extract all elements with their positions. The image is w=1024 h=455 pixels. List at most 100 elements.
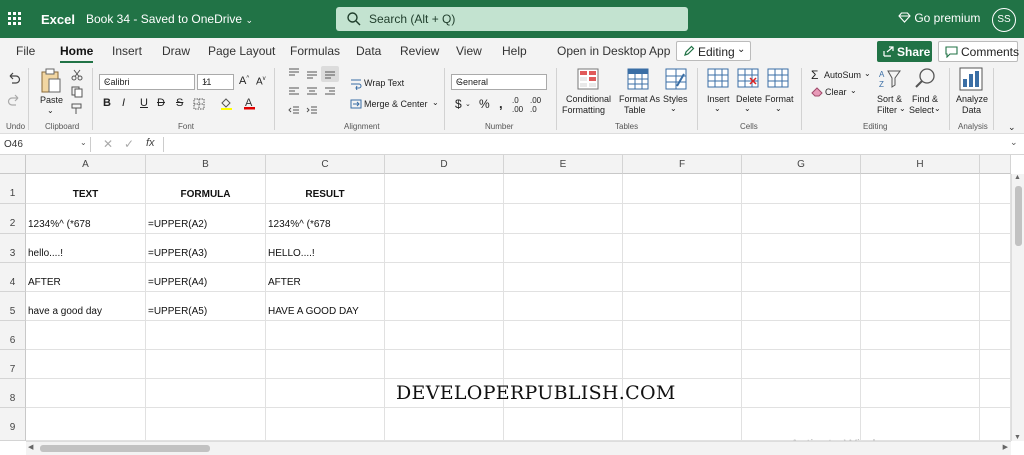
increase-decimal-icon[interactable]: .0.00	[512, 96, 523, 114]
go-premium-button[interactable]: Go premium	[898, 11, 980, 25]
sort-filter-icon[interactable]: A Z	[879, 68, 901, 90]
chevron-down-icon[interactable]: ⌄	[80, 138, 87, 147]
row-header-9[interactable]: 9	[0, 408, 26, 441]
editing-mode-dropdown[interactable]: Editing ⌄	[676, 41, 751, 61]
cell-e6[interactable]	[504, 321, 623, 350]
column-header-next[interactable]	[980, 155, 1011, 174]
format-cells-icon[interactable]	[767, 68, 789, 88]
cell-h6[interactable]	[861, 321, 980, 350]
cell-c9[interactable]	[266, 408, 385, 441]
chevron-down-icon[interactable]: ⌄	[775, 104, 782, 113]
cell-g3[interactable]	[742, 234, 861, 263]
cell-c2[interactable]: 1234%^ (*678	[266, 204, 385, 234]
merge-center-icon[interactable]	[350, 98, 362, 110]
cell-a3[interactable]: hello....!	[26, 234, 146, 263]
format-as-table-icon[interactable]	[627, 68, 649, 90]
column-header-a[interactable]: A	[26, 155, 146, 174]
insert-cells-label[interactable]: Insert	[707, 94, 730, 104]
cell-f5[interactable]	[623, 292, 742, 321]
comments-button[interactable]: Comments	[938, 41, 1019, 62]
cell-b9[interactable]	[146, 408, 266, 441]
cell-a7[interactable]	[26, 350, 146, 379]
delete-cells-label[interactable]: Delete	[736, 94, 762, 104]
autosum-icon[interactable]: Σ	[811, 68, 818, 82]
merge-center-label[interactable]: Merge & Center	[364, 99, 428, 109]
chevron-down-icon[interactable]: ⌄	[934, 104, 941, 113]
font-size-dropdown[interactable]: 11 ⌄	[197, 74, 234, 90]
horizontal-scroll-thumb[interactable]	[40, 445, 210, 452]
cell-next2[interactable]	[980, 204, 1011, 234]
cell-next6[interactable]	[980, 321, 1011, 350]
cell-e4[interactable]	[504, 263, 623, 292]
chevron-down-icon[interactable]: ⌄	[899, 104, 906, 113]
cell-f1[interactable]	[623, 174, 742, 204]
document-title[interactable]: Book 34 - Saved to OneDrive ⌄	[86, 12, 253, 26]
cell-f2[interactable]	[623, 204, 742, 234]
cell-d1[interactable]	[385, 174, 504, 204]
row-header-5[interactable]: 5	[0, 292, 26, 321]
cell-h5[interactable]	[861, 292, 980, 321]
tab-draw[interactable]: Draw	[162, 44, 190, 58]
cancel-icon[interactable]: ✕	[103, 137, 113, 151]
tab-file[interactable]: File	[16, 44, 35, 58]
underline-icon[interactable]: U	[140, 97, 148, 109]
cell-g2[interactable]	[742, 204, 861, 234]
align-bottom-button[interactable]	[321, 66, 339, 82]
cell-c4[interactable]: AFTER	[266, 263, 385, 292]
conditional-formatting-label-2[interactable]: Formatting	[562, 105, 605, 115]
eraser-icon[interactable]	[811, 86, 823, 97]
format-cells-label[interactable]: Format	[765, 94, 794, 104]
chevron-down-icon[interactable]: ⌄	[864, 69, 871, 78]
column-header-b[interactable]: B	[146, 155, 266, 174]
wrap-text-label[interactable]: Wrap Text	[364, 78, 404, 88]
cell-e2[interactable]	[504, 204, 623, 234]
chevron-down-icon[interactable]: ⌄	[670, 104, 677, 113]
format-as-table-label-2[interactable]: Table	[624, 105, 646, 115]
cell-d9[interactable]	[385, 408, 504, 441]
row-header-8[interactable]: 8	[0, 379, 26, 408]
decrease-decimal-icon[interactable]: .00.0	[530, 96, 541, 114]
find-select-label-2[interactable]: Select	[909, 105, 934, 115]
align-left-icon[interactable]	[288, 87, 300, 97]
styles-label[interactable]: Styles	[663, 94, 688, 104]
copy-icon[interactable]	[71, 86, 83, 98]
find-select-icon[interactable]	[914, 67, 936, 89]
conditional-formatting-label-1[interactable]: Conditional	[566, 94, 611, 104]
cell-next5[interactable]	[980, 292, 1011, 321]
cell-b4[interactable]: =UPPER(A4)	[146, 263, 266, 292]
cell-e3[interactable]	[504, 234, 623, 263]
increase-font-size-icon[interactable]: A^	[239, 75, 249, 87]
share-button[interactable]: Share	[877, 41, 932, 62]
tab-data[interactable]: Data	[356, 44, 381, 58]
chevron-down-icon[interactable]: ⌄	[1008, 122, 1016, 133]
cell-g8[interactable]	[742, 379, 861, 408]
cell-a9[interactable]	[26, 408, 146, 441]
cell-next1[interactable]	[980, 174, 1011, 204]
format-as-table-label-1[interactable]: Format As	[619, 94, 660, 104]
analyze-data-label-2[interactable]: Data	[962, 105, 981, 115]
app-name[interactable]: Excel	[41, 12, 75, 27]
chevron-down-icon[interactable]: ⌄	[714, 104, 721, 113]
cell-h4[interactable]	[861, 263, 980, 292]
align-middle-icon[interactable]	[306, 70, 318, 80]
cell-b8[interactable]	[146, 379, 266, 408]
cell-h7[interactable]	[861, 350, 980, 379]
cell-c3[interactable]: HELLO....!	[266, 234, 385, 263]
cell-a4[interactable]: AFTER	[26, 263, 146, 292]
chevron-down-icon[interactable]: ⌄	[744, 104, 751, 113]
sort-filter-label-2[interactable]: Filter	[877, 105, 897, 115]
font-color-icon[interactable]: A	[243, 96, 256, 110]
cell-b3[interactable]: =UPPER(A3)	[146, 234, 266, 263]
cell-a5[interactable]: have a good day	[26, 292, 146, 321]
column-header-f[interactable]: F	[623, 155, 742, 174]
cell-g5[interactable]	[742, 292, 861, 321]
cell-c6[interactable]	[266, 321, 385, 350]
analyze-data-label-1[interactable]: Analyze	[956, 94, 988, 104]
cell-g4[interactable]	[742, 263, 861, 292]
cell-h1[interactable]	[861, 174, 980, 204]
vertical-scroll-thumb[interactable]	[1015, 186, 1022, 246]
cell-a6[interactable]	[26, 321, 146, 350]
cell-e9[interactable]	[504, 408, 623, 441]
cell-e7[interactable]	[504, 350, 623, 379]
cell-next7[interactable]	[980, 350, 1011, 379]
